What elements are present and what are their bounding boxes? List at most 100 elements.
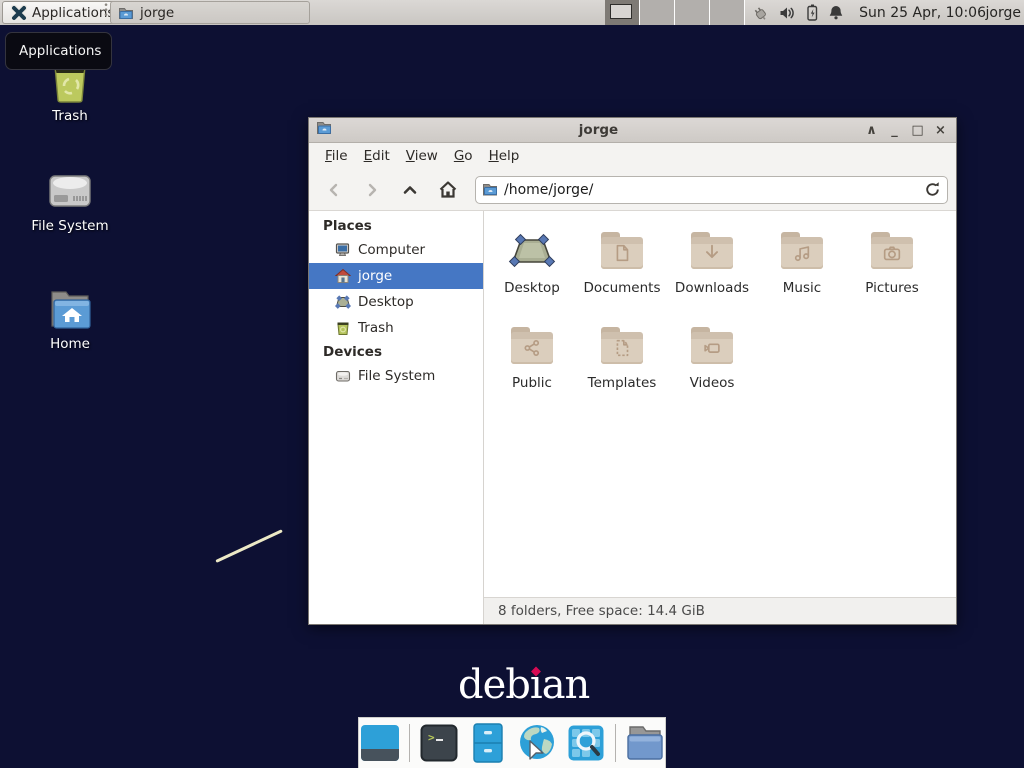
file-label: Documents <box>584 280 661 296</box>
desktop-icon-home[interactable]: Home <box>22 288 118 352</box>
dock-separator <box>615 724 616 762</box>
volume-icon[interactable] <box>779 5 796 21</box>
workspace-1[interactable] <box>605 0 640 25</box>
menu-help[interactable]: Help <box>481 144 528 168</box>
window-title: jorge <box>335 122 862 138</box>
workspace-switcher[interactable] <box>605 0 745 25</box>
folder-icon-videos <box>688 322 736 370</box>
battery-icon[interactable] <box>805 4 819 21</box>
panel-grip-handle[interactable]: ••• <box>103 4 109 21</box>
statusbar: 8 folders, Free space: 14.4 GiB <box>484 597 956 624</box>
home-button[interactable] <box>431 175 465 205</box>
desktop-icon-label: Trash <box>52 108 88 124</box>
app-finder-icon <box>567 724 605 762</box>
sidebar-item-jorge[interactable]: jorge <box>309 263 483 289</box>
reload-icon[interactable] <box>924 181 941 198</box>
sidebar-item-file-system[interactable]: File System <box>309 363 483 389</box>
show-desktop-button[interactable] <box>360 723 400 763</box>
menu-go[interactable]: Go <box>446 144 481 168</box>
desktop-icon-label: File System <box>31 218 108 234</box>
workspace-window-thumb <box>610 4 632 19</box>
desktop-special-icon <box>508 227 556 275</box>
debian-logo: debıan <box>458 662 589 708</box>
file-label: Desktop <box>504 280 560 296</box>
home-folder-icon <box>46 288 94 332</box>
dock-separator <box>409 724 410 762</box>
maximize-button[interactable]: □ <box>908 123 927 138</box>
taskbar-window-label: jorge <box>140 5 174 21</box>
file-item-music[interactable]: Music <box>757 227 847 313</box>
location-bar[interactable]: /home/jorge/ <box>475 176 948 204</box>
desktop-icon <box>335 294 351 310</box>
up-button[interactable] <box>393 175 427 205</box>
path-folder-icon <box>482 182 498 197</box>
svg-text:>: > <box>428 731 435 744</box>
notification-bell-icon[interactable] <box>828 4 844 21</box>
terminal-launcher[interactable]: > <box>419 723 459 763</box>
toolbar: /home/jorge/ <box>309 169 956 211</box>
panel-clock[interactable]: Sun 25 Apr, 10:06 <box>859 0 986 25</box>
web-browser-globe-icon <box>517 723 557 763</box>
workspace-2[interactable] <box>640 0 675 25</box>
file-grid: Desktop Documents <box>484 211 956 597</box>
sidebar-item-computer[interactable]: Computer <box>309 237 483 263</box>
hard-drive-icon <box>46 168 94 214</box>
sidebar: Places Computer jorge <box>309 211 484 624</box>
sidebar-header-devices: Devices <box>309 341 483 363</box>
workspace-3[interactable] <box>675 0 710 25</box>
computer-icon <box>335 242 351 258</box>
minimize-button[interactable]: _ <box>885 123 904 138</box>
taskbar-window-button[interactable]: jorge <box>110 1 310 24</box>
folder-icon-pictures <box>868 227 916 275</box>
file-cabinet-launcher[interactable] <box>468 723 508 763</box>
top-panel: Applications ••• jorge <box>0 0 1024 25</box>
folder-icon <box>118 5 134 21</box>
xfce-logo-icon <box>11 5 27 21</box>
folder-icon-downloads <box>688 227 736 275</box>
file-item-documents[interactable]: Documents <box>577 227 667 313</box>
menu-view[interactable]: View <box>398 144 446 168</box>
file-item-videos[interactable]: Videos <box>667 322 757 408</box>
file-label: Videos <box>690 375 735 391</box>
file-item-pictures[interactable]: Pictures <box>847 227 937 313</box>
file-label: Pictures <box>865 280 918 296</box>
file-label: Downloads <box>675 280 749 296</box>
folder-icon <box>625 724 665 762</box>
menubar: File Edit View Go Help <box>309 143 956 169</box>
file-manager-launcher[interactable] <box>625 723 665 763</box>
file-label: Templates <box>588 375 657 391</box>
sidebar-item-desktop[interactable]: Desktop <box>309 289 483 315</box>
window-icon <box>315 120 335 140</box>
workspace-4[interactable] <box>710 0 745 25</box>
file-label: Music <box>783 280 821 296</box>
app-finder-launcher[interactable] <box>566 723 606 763</box>
panel-username[interactable]: jorge <box>986 0 1021 25</box>
wallpaper-swoosh-line <box>215 529 282 563</box>
folder-icon-public <box>508 322 556 370</box>
back-button[interactable] <box>317 175 351 205</box>
forward-button[interactable] <box>355 175 389 205</box>
close-button[interactable]: × <box>931 123 950 138</box>
shade-button[interactable]: ∧ <box>862 123 881 138</box>
file-item-desktop[interactable]: Desktop <box>487 227 577 313</box>
menu-file[interactable]: File <box>317 144 356 168</box>
desktop-icon-label: Home <box>50 336 90 352</box>
desktop-icon-file-system[interactable]: File System <box>22 168 118 234</box>
file-item-public[interactable]: Public <box>487 322 577 408</box>
sidebar-item-trash[interactable]: Trash <box>309 315 483 341</box>
file-label: Public <box>512 375 552 391</box>
drive-icon <box>335 368 351 384</box>
menu-edit[interactable]: Edit <box>356 144 398 168</box>
location-path[interactable]: /home/jorge/ <box>504 182 918 198</box>
trash-icon <box>335 320 351 336</box>
file-item-templates[interactable]: Templates <box>577 322 667 408</box>
file-cabinet-icon <box>472 723 504 763</box>
system-tray <box>750 0 844 25</box>
window-titlebar[interactable]: jorge ∧ _ □ × <box>309 118 956 143</box>
power-plug-icon[interactable] <box>750 4 770 22</box>
sidebar-header-places: Places <box>309 215 483 237</box>
status-text: 8 folders, Free space: 14.4 GiB <box>498 603 705 619</box>
file-item-downloads[interactable]: Downloads <box>667 227 757 313</box>
folder-icon-templates <box>598 322 646 370</box>
web-browser-launcher[interactable] <box>517 723 557 763</box>
